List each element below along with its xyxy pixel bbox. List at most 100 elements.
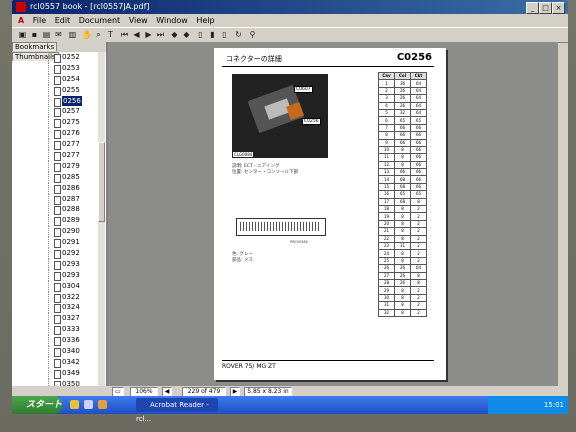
- save-icon[interactable]: ▪: [30, 30, 39, 39]
- bookmark-item[interactable]: 0289: [12, 215, 98, 227]
- first-page-icon[interactable]: ⏮: [120, 30, 129, 39]
- tab-bookmarks[interactable]: Bookmarks: [12, 42, 58, 51]
- bookmark-item[interactable]: 0253: [12, 62, 98, 74]
- start-button[interactable]: スタート: [12, 396, 62, 414]
- acrobat-menu-icon[interactable]: A: [18, 16, 24, 25]
- bookmark-label: 0275: [62, 118, 80, 127]
- bookmark-item[interactable]: 0336: [12, 335, 98, 347]
- tree-line: [48, 62, 50, 74]
- bookmark-item[interactable]: 0255: [12, 84, 98, 96]
- fit-width-icon[interactable]: ▯: [220, 30, 229, 39]
- previous-page-icon[interactable]: ◀: [132, 30, 141, 39]
- find-icon[interactable]: ⚲: [248, 30, 257, 39]
- bookmark-item[interactable]: 0291: [12, 237, 98, 249]
- bookmark-page-icon: [54, 337, 61, 347]
- bookmark-item[interactable]: 0293: [12, 258, 98, 270]
- print-icon[interactable]: ▤: [42, 30, 51, 39]
- table-row: 32 8 2: [378, 308, 427, 317]
- hand-tool-icon[interactable]: ✋: [82, 30, 92, 39]
- bookmark-item[interactable]: 0293: [12, 269, 98, 281]
- email-icon[interactable]: ✉: [54, 30, 63, 39]
- menu-document[interactable]: Document: [79, 16, 120, 25]
- tree-line: [48, 117, 50, 129]
- quicklaunch-folder-icon[interactable]: [98, 400, 107, 409]
- table-cell: 17: [378, 197, 395, 207]
- bookmark-item[interactable]: 0256: [12, 95, 98, 107]
- bookmark-item[interactable]: 0254: [12, 73, 98, 85]
- zoom-tool-icon[interactable]: ⌕: [94, 30, 103, 39]
- table-cell: 8: [394, 234, 411, 244]
- actual-size-icon[interactable]: ▯: [196, 30, 205, 39]
- bookmark-item[interactable]: 0324: [12, 302, 98, 314]
- bookmark-item[interactable]: 0304: [12, 280, 98, 292]
- table-cell: 8: [410, 271, 427, 280]
- bookmark-item[interactable]: 0277: [12, 139, 98, 151]
- rotate-icon[interactable]: ↻: [234, 30, 243, 39]
- task-acrobat-reader[interactable]: Acrobat Reader - rcl...: [136, 398, 218, 423]
- table-cell: 64: [410, 101, 427, 110]
- bookmark-scrollbar[interactable]: [98, 52, 105, 394]
- table-row: 9 66 66: [378, 138, 427, 147]
- screen: rcl0557 book - [rcl0557JA.pdf] _ □ × A F…: [12, 0, 568, 414]
- bookmark-page-icon: [54, 97, 61, 107]
- bookmark-item[interactable]: 0287: [12, 193, 98, 205]
- next-page-icon[interactable]: ▶: [144, 30, 153, 39]
- connector-code: C0256: [396, 52, 432, 63]
- table-cell: 30: [378, 293, 395, 303]
- table-row: 31 8 2: [378, 301, 427, 310]
- bookmark-page-icon: [54, 108, 61, 118]
- table-row: 1 36 64: [378, 79, 427, 88]
- table-cell: 8: [394, 286, 411, 295]
- bookmark-item[interactable]: 0327: [12, 313, 98, 325]
- bookmark-item[interactable]: 0333: [12, 324, 98, 336]
- bookmark-label: 0288: [62, 205, 80, 214]
- fit-page-icon[interactable]: ▮: [208, 30, 217, 39]
- bookmark-item[interactable]: 0290: [12, 226, 98, 238]
- bookmark-list: 0252 0253 0254 0255 0256 0257 0275 0276 0277 0277…: [12, 52, 98, 394]
- bookmark-item[interactable]: 0279: [12, 160, 98, 172]
- bookmark-item[interactable]: 0276: [12, 128, 98, 140]
- last-page-icon[interactable]: ⏭: [156, 30, 165, 39]
- go-back-icon[interactable]: ◆: [170, 30, 179, 39]
- table-cell: 4: [378, 101, 395, 110]
- bookmark-item[interactable]: 0275: [12, 117, 98, 129]
- bookmark-label: 0290: [62, 227, 80, 236]
- bookmark-item[interactable]: 0292: [12, 248, 98, 260]
- open-icon[interactable]: ▣: [18, 30, 27, 39]
- quicklaunch-ie-icon[interactable]: [70, 400, 79, 409]
- text-select-icon[interactable]: T: [106, 30, 115, 39]
- menu-edit[interactable]: Edit: [55, 16, 71, 25]
- table-cell: 5: [378, 108, 395, 118]
- minimize-button[interactable]: _: [526, 2, 539, 14]
- menu-file[interactable]: File: [33, 16, 46, 25]
- table-row: 24 8 2: [378, 249, 427, 258]
- table-cell: 26: [394, 86, 411, 96]
- bookmark-item[interactable]: 0288: [12, 204, 98, 216]
- table-cell: 64: [410, 264, 427, 273]
- bookmark-item[interactable]: 0285: [12, 171, 98, 183]
- menu-view[interactable]: View: [129, 16, 148, 25]
- bookmarks-panel: Bookmarks Thumbnails 0252 0253 0254 0255 025…: [12, 42, 108, 394]
- bookmark-item[interactable]: 0277: [12, 150, 98, 162]
- bookmark-label: 0286: [62, 183, 80, 192]
- show-navigation-icon[interactable]: ▥: [68, 30, 77, 39]
- bookmark-item[interactable]: 0257: [12, 106, 98, 118]
- scroll-thumb[interactable]: [98, 142, 105, 222]
- bookmark-item[interactable]: 0349: [12, 367, 98, 379]
- bookmark-item[interactable]: 0340: [12, 346, 98, 358]
- go-forward-icon[interactable]: ◆: [182, 30, 191, 39]
- quicklaunch-desktop-icon[interactable]: [84, 400, 93, 409]
- table-cell: 8: [394, 153, 411, 162]
- table-cell: 2: [410, 286, 427, 295]
- menu-help[interactable]: Help: [196, 16, 214, 25]
- menu-window[interactable]: Window: [156, 16, 188, 25]
- close-button[interactable]: ×: [552, 2, 565, 14]
- bookmark-label: 0287: [62, 194, 80, 203]
- bookmark-label: 0252: [62, 53, 80, 61]
- bookmark-item[interactable]: 0286: [12, 182, 98, 194]
- bookmark-item[interactable]: 0342: [12, 356, 98, 368]
- table-row: 13 66 66: [378, 168, 427, 177]
- bookmark-item[interactable]: 0252: [12, 52, 98, 63]
- maximize-button[interactable]: □: [539, 2, 552, 14]
- bookmark-item[interactable]: 0322: [12, 291, 98, 303]
